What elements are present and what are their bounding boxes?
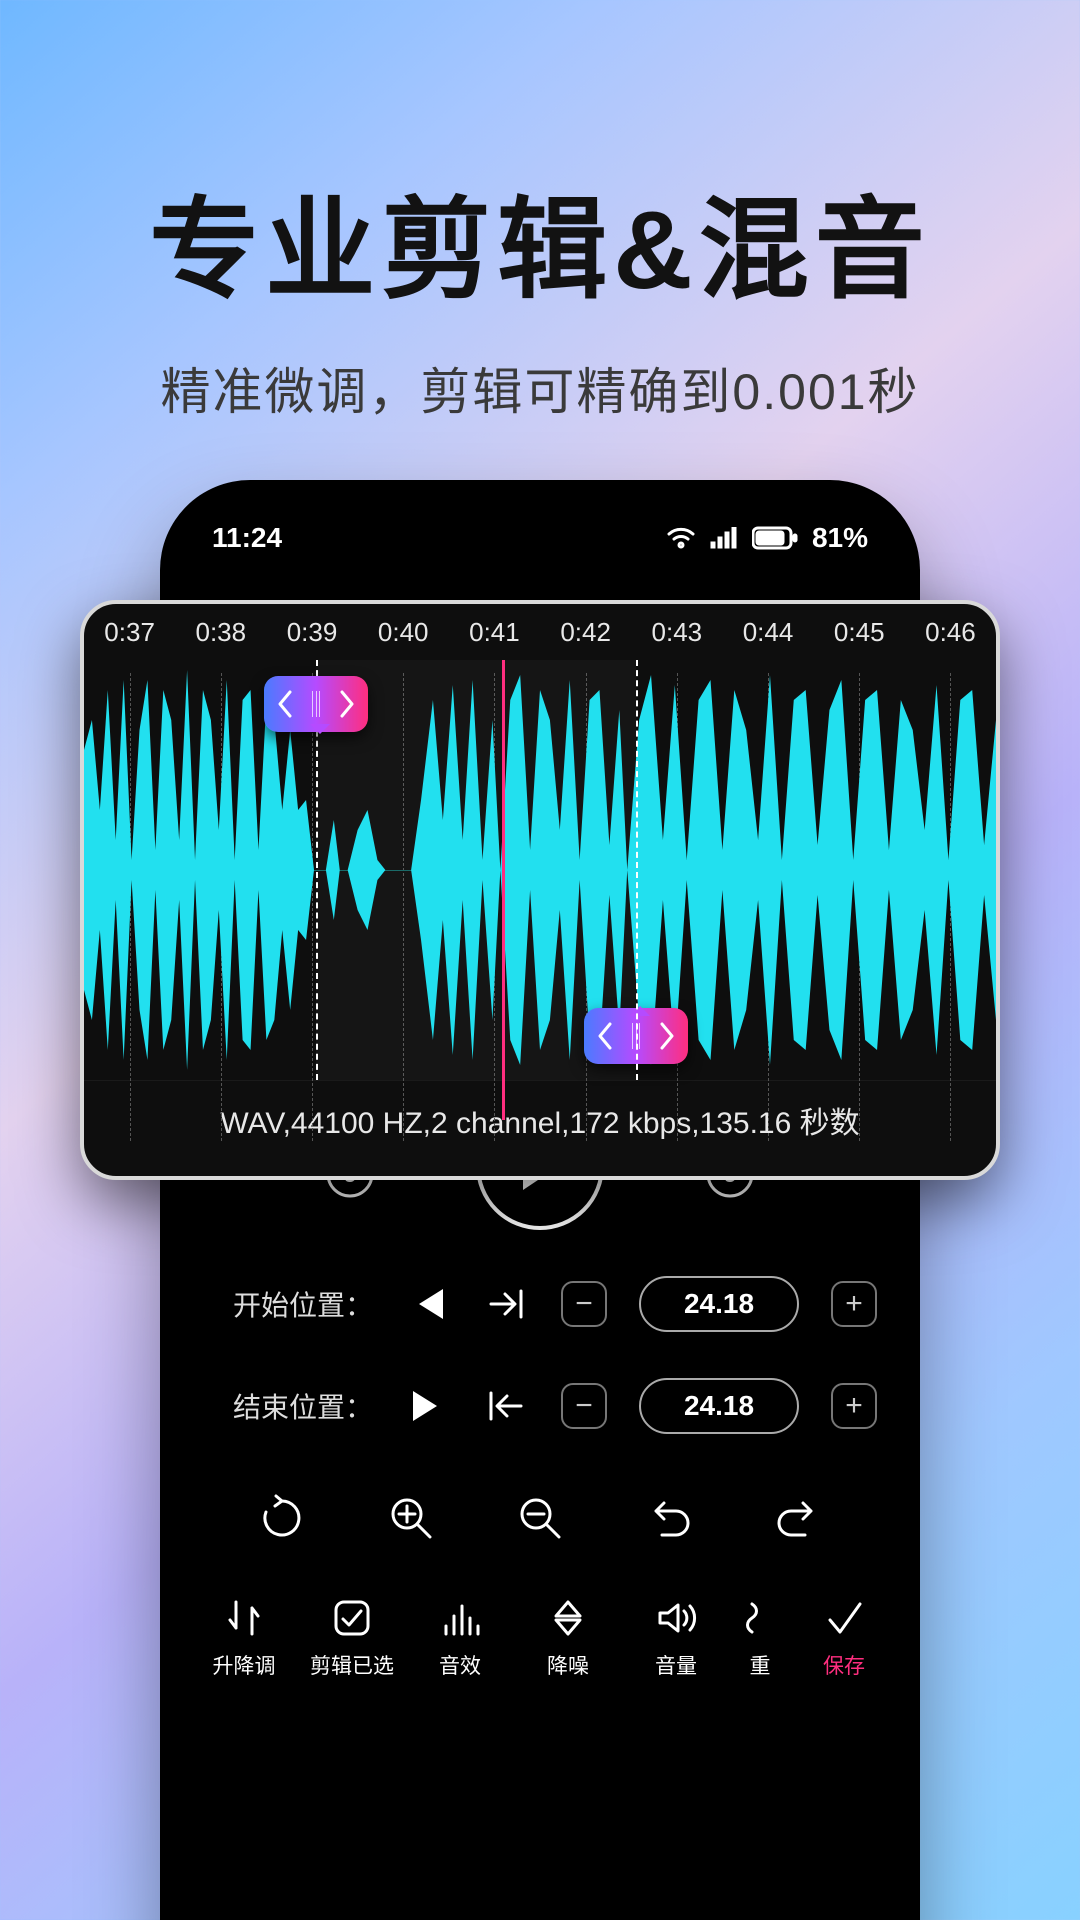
- waveform-editor[interactable]: 0:37 0:38 0:39 0:40 0:41 0:42 0:43 0:44 …: [80, 600, 1000, 1180]
- end-minus-button[interactable]: −: [561, 1383, 607, 1429]
- status-battery: 81%: [812, 522, 868, 554]
- chevron-left-icon: [276, 690, 294, 718]
- status-bar: 11:24 81%: [188, 516, 892, 582]
- signal-icon: [710, 527, 738, 549]
- promo-subtitle: 精准微调，剪辑可精确到0.001秒: [0, 352, 1080, 424]
- start-value[interactable]: 24.18: [639, 1276, 799, 1332]
- status-time: 11:24: [212, 522, 282, 554]
- zoom-in-button[interactable]: [379, 1486, 443, 1550]
- end-value[interactable]: 24.18: [639, 1378, 799, 1434]
- time-ruler: 0:37 0:38 0:39 0:40 0:41 0:42 0:43 0:44 …: [84, 604, 996, 660]
- selection-start-handle[interactable]: [264, 676, 368, 732]
- save-button[interactable]: 保存: [790, 1596, 898, 1680]
- chevron-right-icon: [658, 1022, 676, 1050]
- start-plus-button[interactable]: +: [831, 1281, 877, 1327]
- redo-button[interactable]: [766, 1486, 830, 1550]
- undo-button[interactable]: [637, 1486, 701, 1550]
- waveform-area[interactable]: [84, 660, 996, 1080]
- item-partial[interactable]: 重: [730, 1596, 790, 1680]
- trim-selected-button[interactable]: 剪辑已选: [298, 1596, 406, 1680]
- skip-end-icon[interactable]: [405, 1389, 451, 1423]
- playhead[interactable]: [502, 660, 505, 1120]
- battery-icon: [752, 526, 798, 550]
- promo-title: 专业剪辑&混音: [0, 160, 1080, 320]
- volume-button[interactable]: 音量: [622, 1596, 730, 1680]
- end-position-row: 结束位置： − 24.18 +: [188, 1378, 892, 1434]
- start-position-row: 开始位置： − 24.18 +: [188, 1276, 892, 1332]
- pitch-button[interactable]: 升降调: [190, 1596, 298, 1680]
- skip-start-icon[interactable]: [405, 1287, 451, 1321]
- to-out-icon[interactable]: [483, 1389, 529, 1423]
- reset-button[interactable]: [250, 1486, 314, 1550]
- start-minus-button[interactable]: −: [561, 1281, 607, 1327]
- chevron-left-icon: [596, 1022, 614, 1050]
- zoom-out-button[interactable]: [508, 1486, 572, 1550]
- bottom-toolbar: 升降调 剪辑已选 音效 降噪 音量 重 保存: [188, 1596, 892, 1680]
- end-label: 结束位置：: [203, 1386, 373, 1426]
- denoise-button[interactable]: 降噪: [514, 1596, 622, 1680]
- start-label: 开始位置：: [203, 1284, 373, 1324]
- chevron-right-icon: [338, 690, 356, 718]
- fx-button[interactable]: 音效: [406, 1596, 514, 1680]
- selection-end-handle[interactable]: [584, 1008, 688, 1064]
- wifi-icon: [666, 526, 696, 550]
- end-plus-button[interactable]: +: [831, 1383, 877, 1429]
- to-in-icon[interactable]: [483, 1287, 529, 1321]
- waveform-icon: [84, 660, 996, 1080]
